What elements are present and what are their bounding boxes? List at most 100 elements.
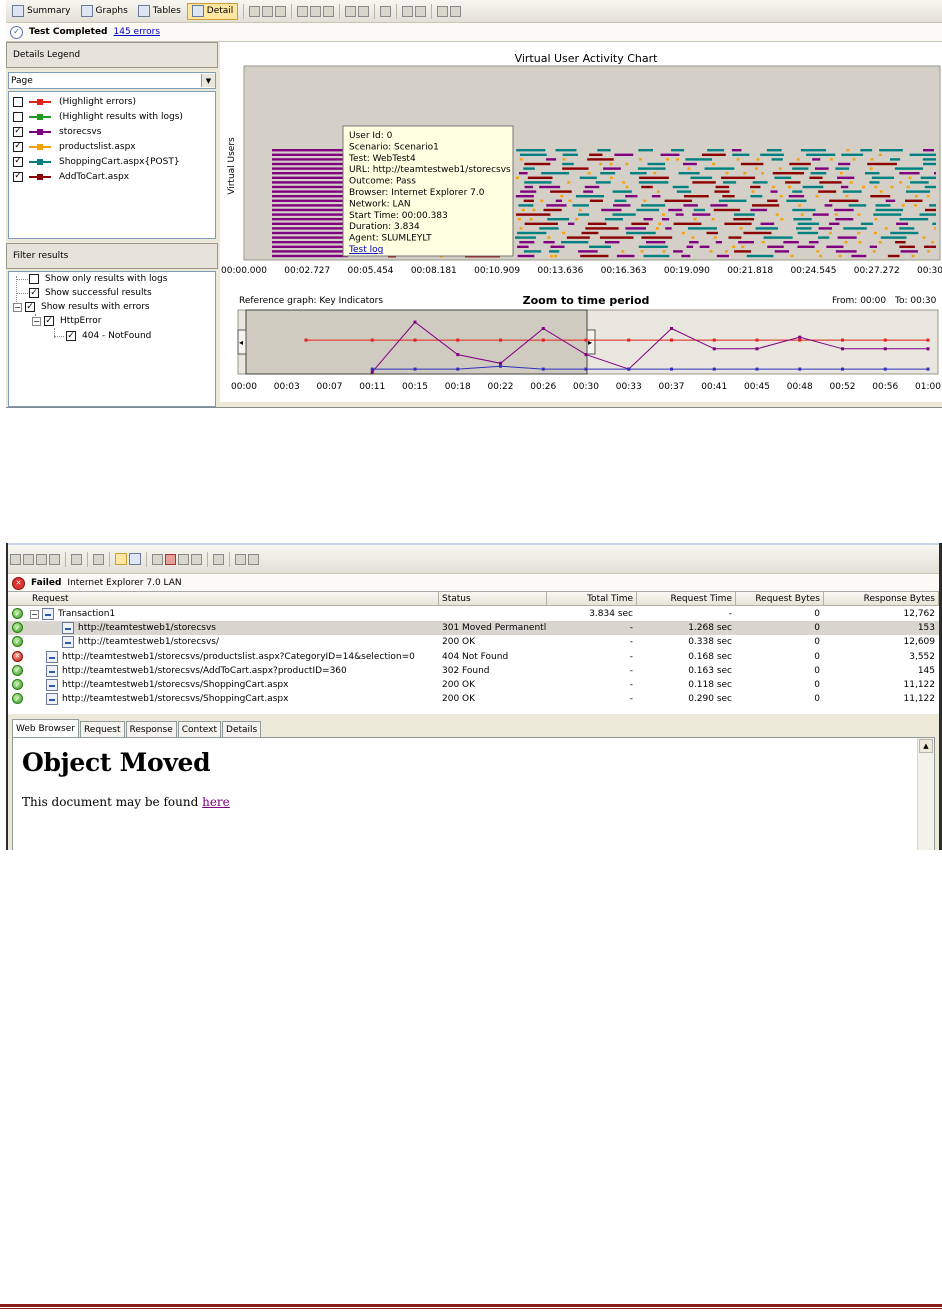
layout-icon[interactable] xyxy=(262,5,274,17)
checkbox[interactable]: ✓ xyxy=(13,126,23,137)
folder-icon[interactable] xyxy=(115,553,127,565)
pause-icon[interactable] xyxy=(36,553,47,565)
summary-button[interactable]: Summary xyxy=(8,3,75,20)
tab-response[interactable]: Response xyxy=(125,721,177,738)
user-activity-bar xyxy=(889,158,901,161)
x-tick-label: 00:00.000 xyxy=(221,266,267,276)
chart-options-icon[interactable] xyxy=(249,5,261,17)
find-icon[interactable] xyxy=(152,553,163,565)
user-activity-bar xyxy=(746,254,774,258)
split-view-icon[interactable] xyxy=(129,553,141,565)
checkbox[interactable]: ✓ xyxy=(13,171,23,182)
arrow-right-icon[interactable]: ▸ xyxy=(588,338,592,347)
key-indicator-point xyxy=(670,327,673,330)
filter-item-404[interactable]: ✓ 404 - NotFound xyxy=(66,329,151,343)
checkbox[interactable]: ✓ xyxy=(13,156,23,167)
table-row[interactable]: ✓ − Transaction1 3.834 sec - 0 12,762 xyxy=(8,607,939,621)
next-icon[interactable] xyxy=(191,553,202,565)
legend-item[interactable]: (Highlight errors) xyxy=(9,94,215,109)
here-link[interactable]: here xyxy=(202,795,230,809)
user-activity-bar xyxy=(760,153,784,156)
debug-icon[interactable] xyxy=(93,553,104,565)
legend-item[interactable]: ✓ AddToCart.aspx xyxy=(9,169,215,184)
tab-request[interactable]: Request xyxy=(79,721,125,738)
settings-icon[interactable] xyxy=(450,5,462,17)
checkbox[interactable]: ✓ xyxy=(29,288,39,298)
user-activity-bar xyxy=(783,241,799,244)
user-activity-bar xyxy=(546,204,567,207)
user-activity-bar xyxy=(786,199,807,202)
legend-item[interactable]: (Highlight results with logs) xyxy=(9,109,215,124)
scroll-up-icon[interactable]: ▲ xyxy=(919,739,933,753)
arrow-left-icon[interactable]: ◂ xyxy=(239,338,243,347)
vertical-scrollbar[interactable]: ▲ xyxy=(917,738,934,850)
table-row[interactable]: ✓ http://teamtestweb1/storecsvs/200 OK - 0.… xyxy=(8,635,939,649)
tab-details[interactable]: Details xyxy=(222,721,262,738)
column-header-status[interactable]: Status xyxy=(439,592,547,606)
key-indicator-point xyxy=(755,367,759,371)
table-row[interactable]: ✕ http://teamtestweb1/storecsvs/productsl… xyxy=(8,650,939,664)
graphs-button[interactable]: Graphs xyxy=(77,3,132,20)
checkbox[interactable]: ✓ xyxy=(13,141,23,152)
checkbox[interactable]: ✓ xyxy=(66,331,76,341)
step-icon[interactable] xyxy=(23,553,34,565)
user-activity-bar xyxy=(910,181,929,184)
add-counter-icon[interactable] xyxy=(275,5,287,17)
report-icon[interactable] xyxy=(415,5,427,17)
user-activity-bar xyxy=(810,172,827,175)
previous-icon[interactable] xyxy=(178,553,189,565)
properties-icon[interactable] xyxy=(323,5,335,17)
detail-button[interactable]: Detail xyxy=(186,2,239,20)
stop-icon[interactable] xyxy=(49,553,60,565)
tab-web-browser[interactable]: Web Browser xyxy=(12,719,79,738)
column-header-request-time[interactable]: Request Time xyxy=(637,592,736,606)
legend-type-dropdown[interactable]: Page ▼ xyxy=(8,72,216,89)
column-header-total-time[interactable]: Total Time xyxy=(547,592,637,606)
run-icon[interactable] xyxy=(10,553,21,565)
user-activity-bar xyxy=(741,245,745,248)
checkbox[interactable] xyxy=(13,111,23,122)
errors-link[interactable]: 145 errors xyxy=(114,27,161,37)
test-log-link[interactable]: Test log xyxy=(348,245,383,255)
collapse-icon[interactable]: − xyxy=(13,302,22,312)
zoom-selection[interactable] xyxy=(245,309,588,375)
legend-item[interactable]: ✓ productslist.aspx xyxy=(9,139,215,154)
add-to-test-icon[interactable] xyxy=(235,553,246,565)
table-row[interactable]: ✓ http://teamtestweb1/storecsvs 301 Moved … xyxy=(8,621,939,636)
edit-run-settings-icon[interactable] xyxy=(71,553,82,565)
filter-item-errors[interactable]: − ✓ Show results with errors xyxy=(13,300,150,314)
table-row[interactable]: ✓ http://teamtestweb1/storecsvs/AddToCart… xyxy=(8,664,939,678)
filter-item-httperror[interactable]: − ✓ HttpError xyxy=(32,314,101,328)
copy-icon[interactable] xyxy=(297,5,309,17)
checkbox[interactable]: ✓ xyxy=(44,316,54,326)
filter-item-logs[interactable]: Show only results with logs xyxy=(29,272,167,286)
virtual-user-activity-chart[interactable]: Virtual User Activity Chart Virtual User… xyxy=(220,42,942,402)
column-header-request-bytes[interactable]: Request Bytes xyxy=(736,592,824,606)
legend-item[interactable]: ✓ ShoppingCart.aspx{POST} xyxy=(9,154,215,169)
column-header-request[interactable]: Request xyxy=(8,592,439,606)
manage-icon[interactable] xyxy=(437,5,449,17)
delete-icon[interactable] xyxy=(310,5,322,17)
analyze-icon[interactable] xyxy=(380,5,392,17)
web-browser-view: Object Moved This document may be found … xyxy=(12,737,935,850)
checkbox[interactable] xyxy=(13,96,23,107)
export-icon[interactable] xyxy=(213,553,224,565)
chevron-down-icon[interactable]: ▼ xyxy=(201,74,215,87)
checkbox[interactable] xyxy=(29,274,39,284)
legend-item[interactable]: ✓ storecsvs xyxy=(9,124,215,139)
user-activity-bar xyxy=(751,190,755,193)
collapse-icon[interactable]: − xyxy=(30,609,39,619)
tables-button[interactable]: Tables xyxy=(134,3,185,20)
filter-item-successful[interactable]: ✓ Show successful results xyxy=(29,286,152,300)
column-header-response-bytes[interactable]: Response Bytes xyxy=(824,592,939,606)
zoom-in-icon[interactable] xyxy=(345,5,357,17)
collapse-icon[interactable]: − xyxy=(32,316,41,326)
zoom-out-icon[interactable] xyxy=(358,5,370,17)
table-row[interactable]: ✓ http://teamtestweb1/storecsvs/ShoppingC… xyxy=(8,692,939,706)
create-test-icon[interactable] xyxy=(248,553,259,565)
error-find-icon[interactable] xyxy=(165,553,176,565)
table-row[interactable]: ✓ http://teamtestweb1/storecsvs/ShoppingC… xyxy=(8,678,939,692)
tab-context[interactable]: Context xyxy=(177,721,222,738)
export-excel-icon[interactable] xyxy=(402,5,414,17)
checkbox[interactable]: ✓ xyxy=(25,302,35,312)
